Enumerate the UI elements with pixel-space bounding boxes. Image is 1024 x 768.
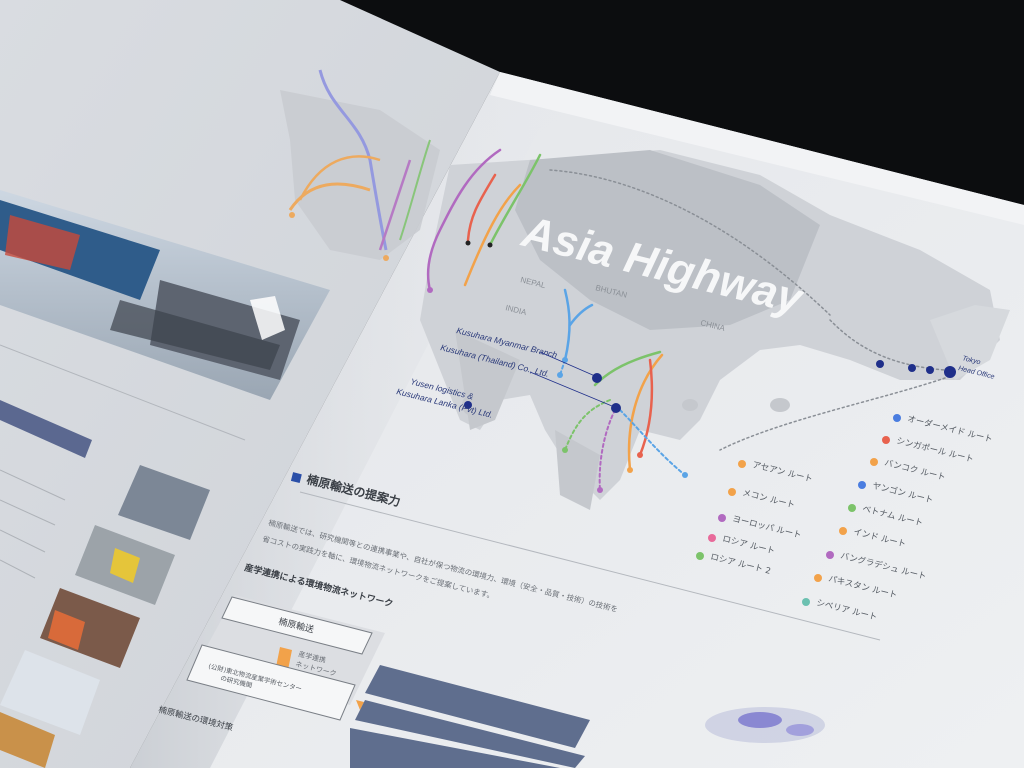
node-tokyo xyxy=(944,366,956,378)
mini-world-map xyxy=(705,707,825,743)
node-myanmar xyxy=(592,373,602,383)
node-thailand xyxy=(611,403,621,413)
brochure-photo: Asia Highway CHINA INDIA NEPAL BHUTAN Ku… xyxy=(0,0,1024,768)
